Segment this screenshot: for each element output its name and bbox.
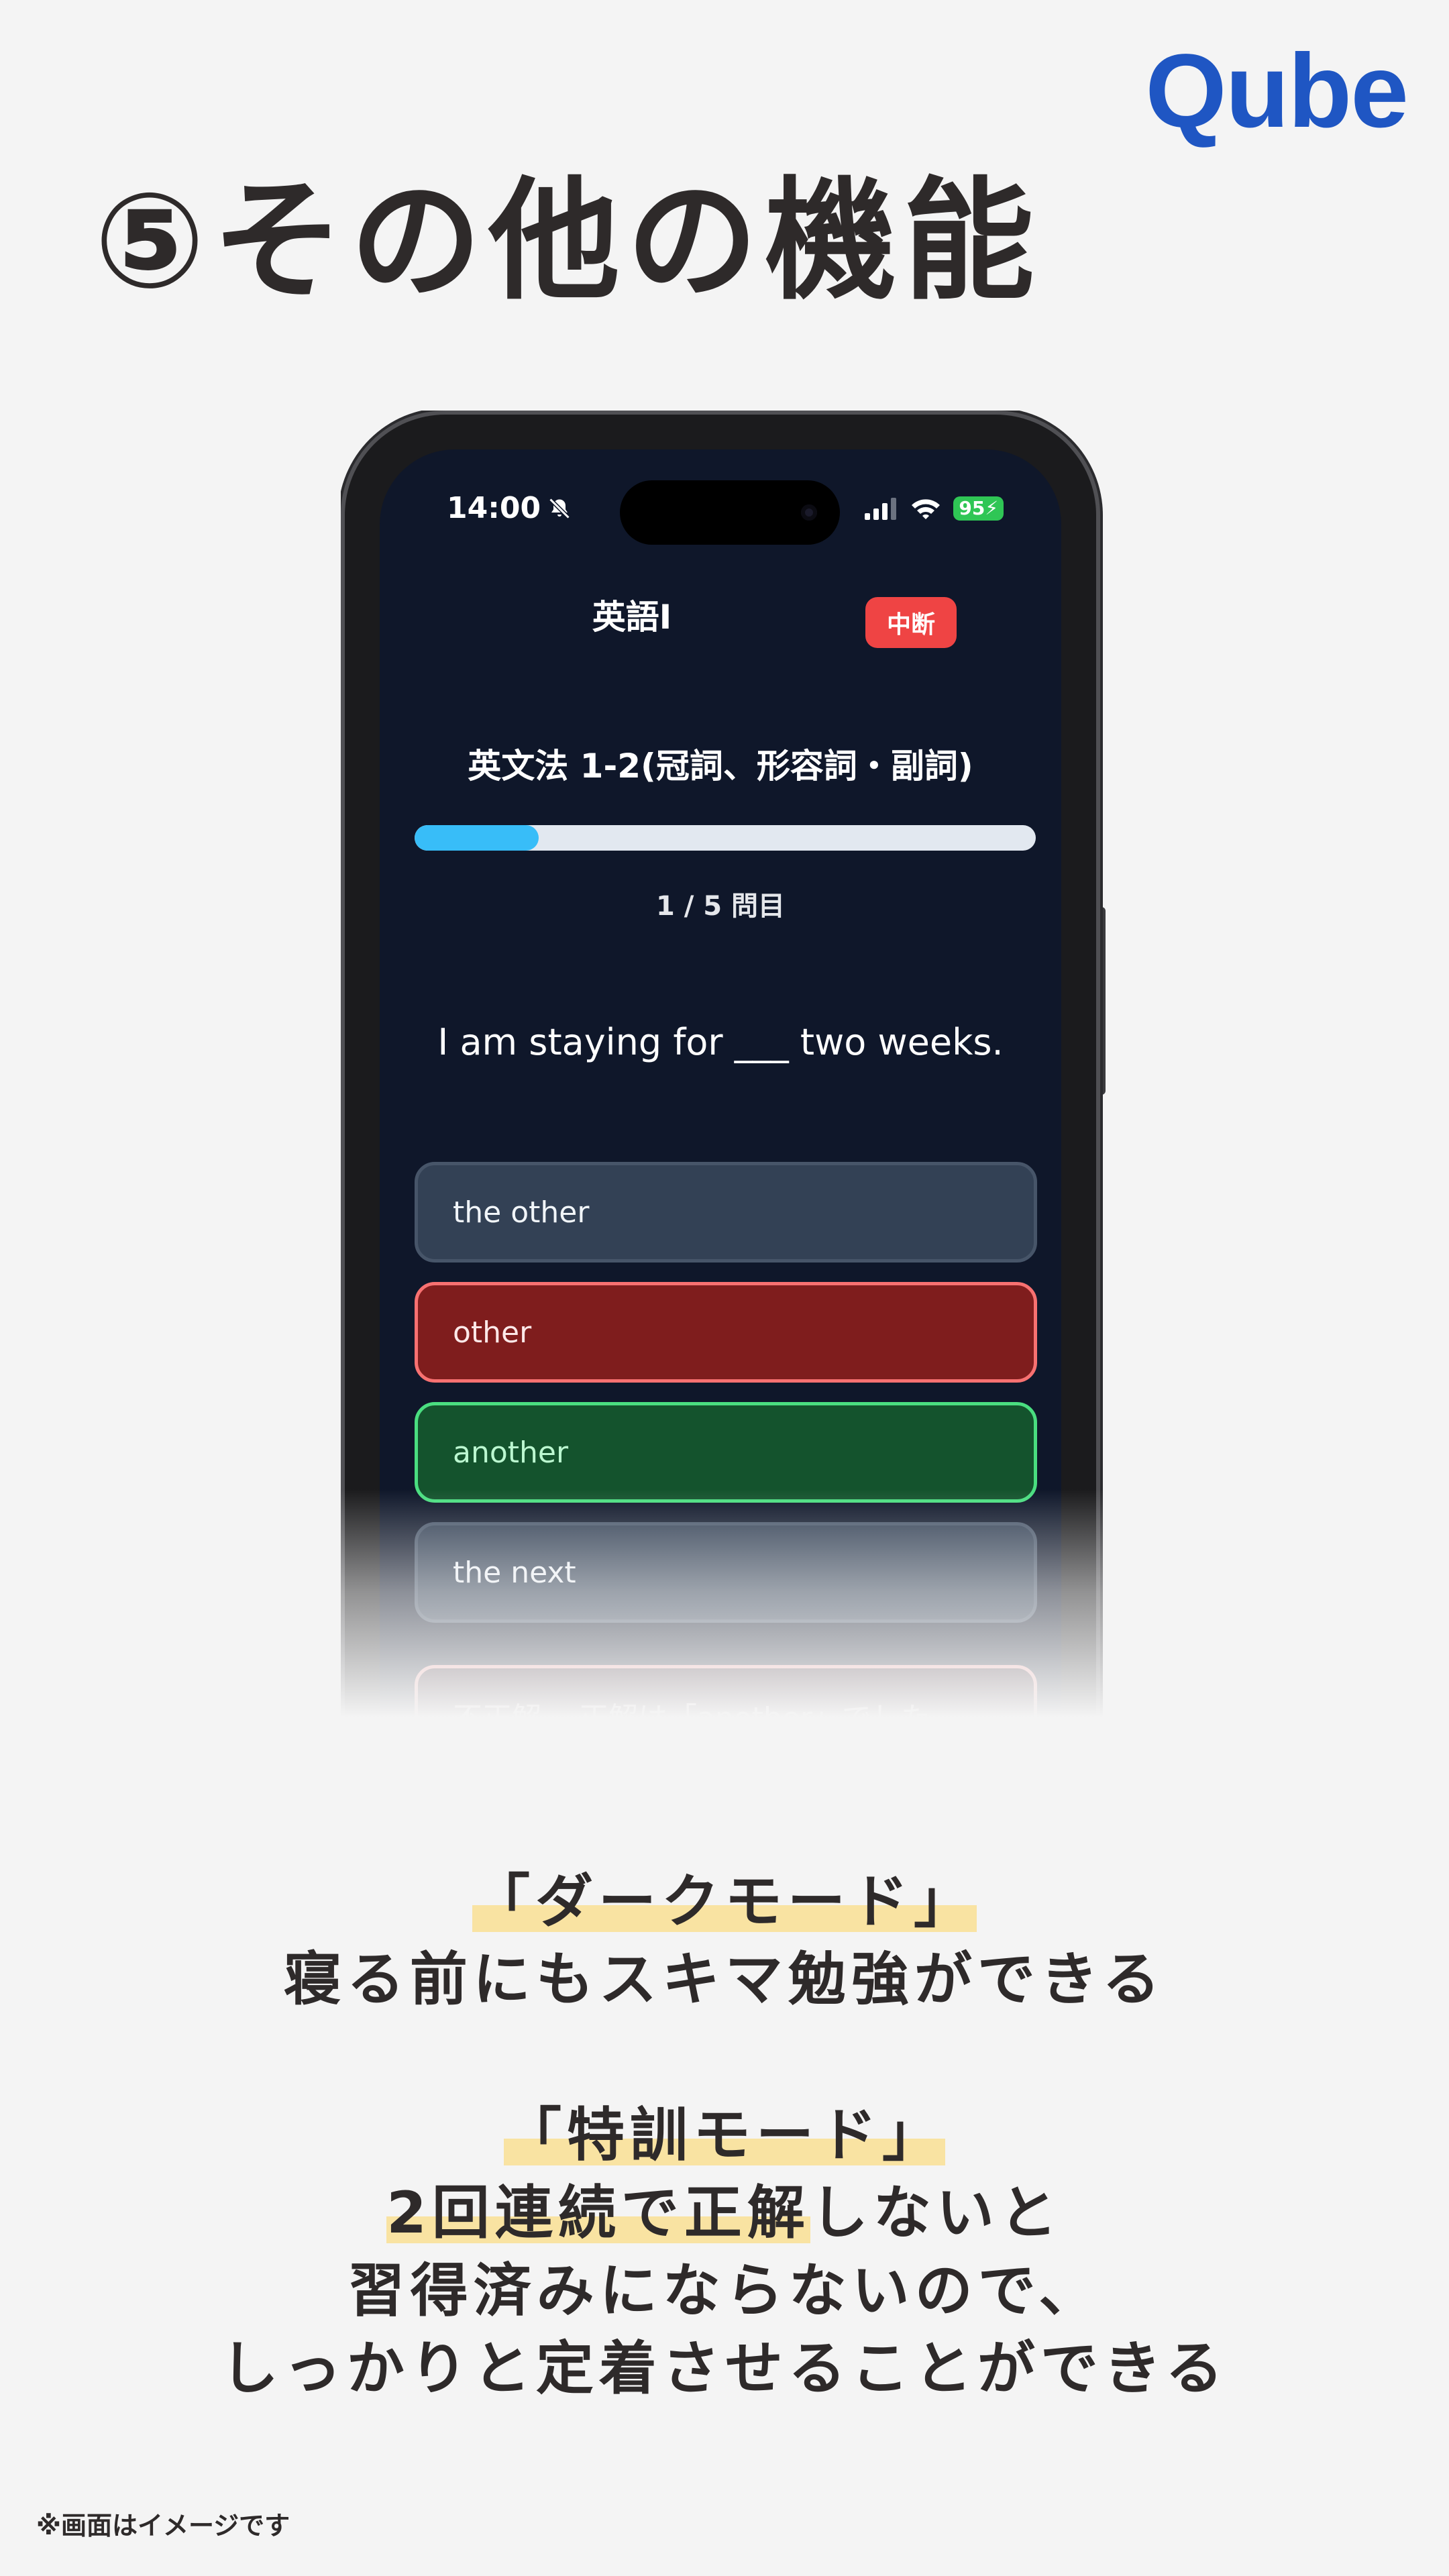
signal-icon — [865, 498, 897, 520]
bell-slash-icon — [549, 497, 570, 519]
wifi-icon — [912, 499, 941, 519]
status-bar-time: 14:00 — [447, 491, 572, 525]
question-text: I am staying for ___ two weeks. — [437, 1021, 1004, 1063]
training-mode-heading: 「特訓モード」 — [504, 2102, 945, 2169]
answer-option-the-other[interactable]: the other — [415, 1162, 1037, 1263]
progress-bar — [415, 825, 1036, 851]
phone-mockup: 14:00 95⚡ 英語I 中断 英文法 1-2(冠詞、形容詞・副詞) 1 / … — [341, 411, 1106, 1717]
camera-icon — [801, 504, 817, 521]
app-screen: 14:00 95⚡ 英語I 中断 英文法 1-2(冠詞、形容詞・副詞) 1 / … — [380, 449, 1061, 1717]
pause-button[interactable]: 中断 — [865, 597, 957, 648]
quiz-title: 英文法 1-2(冠詞、形容詞・副詞) — [468, 747, 973, 786]
training-mode-description-2: 習得済みにならないので、 — [347, 2257, 1102, 2324]
battery-icon: 95⚡ — [953, 496, 1004, 521]
image-disclaimer: ※画面はイメージです — [36, 2511, 290, 2540]
power-button — [1096, 907, 1106, 1095]
training-mode-description-1: 2回連続で正解しないと — [386, 2180, 1063, 2247]
progress-fill — [415, 825, 539, 851]
dynamic-island — [620, 480, 840, 545]
progress-label: 1 / 5 問目 — [655, 891, 786, 922]
feedback-message: 不正解... 正解は「another」でした — [415, 1665, 1037, 1717]
status-bar-right: 95⚡ — [865, 496, 1004, 521]
phone-frame: 14:00 95⚡ 英語I 中断 英文法 1-2(冠詞、形容詞・副詞) 1 / … — [345, 415, 1096, 1717]
dark-mode-heading: 「ダークモード」 — [472, 1868, 977, 1935]
answer-option-other[interactable]: other — [415, 1282, 1037, 1383]
answer-option-the-next[interactable]: the next — [415, 1522, 1037, 1623]
page-title: ⑤その他の機能 — [94, 165, 1041, 318]
qube-logo: Qube — [1145, 33, 1409, 150]
training-mode-description-3: しっかりと定着させることができる — [220, 2335, 1229, 2402]
answer-option-another[interactable]: another — [415, 1402, 1037, 1503]
subject-title: 英語I — [592, 598, 672, 637]
dark-mode-description: 寝る前にもスキマ勉強ができる — [283, 1946, 1166, 2013]
